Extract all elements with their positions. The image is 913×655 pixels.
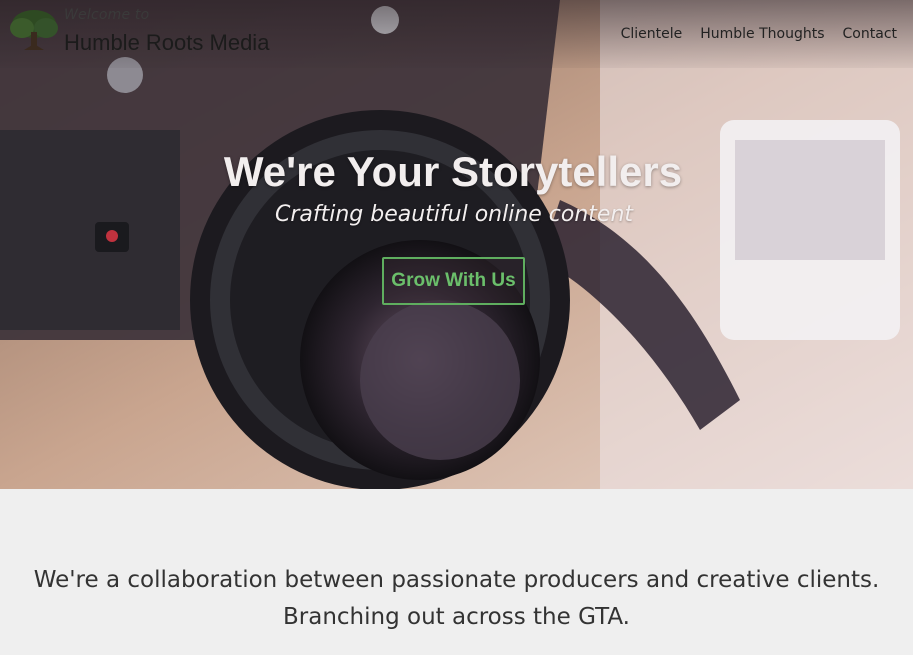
- camera-background-image: [0, 0, 913, 489]
- intro-section: We're a collaboration between passionate…: [0, 562, 913, 636]
- hero-title: We're Your Storytellers: [223, 148, 683, 196]
- nav-link-contact[interactable]: Contact: [843, 26, 897, 42]
- intro-line-1: We're a collaboration between passionate…: [33, 567, 880, 593]
- tree-icon[interactable]: [8, 6, 60, 52]
- hero-subtitle: Crafting beautiful online content: [274, 202, 634, 227]
- intro-line-2: Branching out across the GTA.: [283, 604, 630, 630]
- nav-link-humble-thoughts[interactable]: Humble Thoughts: [700, 26, 824, 42]
- brand-welcome-text: Welcome to: [64, 7, 150, 23]
- top-navbar: Welcome to Humble Roots Media Clientele …: [0, 0, 913, 68]
- brand-name[interactable]: Humble Roots Media: [64, 30, 269, 56]
- hero-section: Welcome to Humble Roots Media Clientele …: [0, 0, 913, 489]
- main-nav: Clientele Humble Thoughts Contact: [621, 26, 897, 42]
- nav-link-clientele[interactable]: Clientele: [621, 26, 683, 42]
- grow-with-us-button[interactable]: Grow With Us: [382, 257, 525, 305]
